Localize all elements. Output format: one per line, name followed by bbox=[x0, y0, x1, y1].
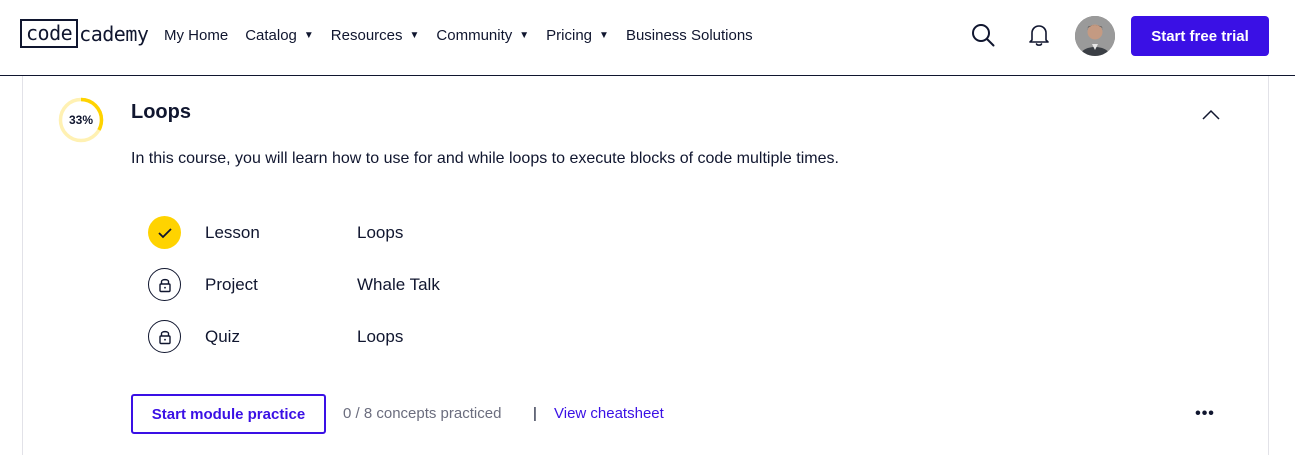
search-icon[interactable] bbox=[970, 22, 996, 48]
nav-community[interactable]: Community ▼ bbox=[436, 27, 529, 44]
caret-down-icon: ▼ bbox=[409, 29, 420, 41]
nav-label: Community bbox=[436, 26, 513, 44]
view-cheatsheet-link[interactable]: View cheatsheet bbox=[554, 405, 664, 422]
nav-label: Pricing bbox=[546, 26, 593, 44]
item-name: Whale Talk bbox=[357, 275, 440, 294]
nav-label: Catalog bbox=[245, 26, 297, 44]
nav-catalog[interactable]: Catalog ▼ bbox=[245, 27, 314, 44]
concepts-practiced-text: 0 / 8 concepts practiced bbox=[343, 405, 502, 422]
module-footer: Start module practice 0 / 8 concepts pra… bbox=[131, 394, 1231, 434]
module-title: Loops bbox=[131, 101, 191, 123]
item-type: Project bbox=[205, 275, 258, 294]
bell-icon[interactable] bbox=[1026, 22, 1052, 48]
list-item-quiz[interactable]: Quiz Loops bbox=[148, 319, 548, 353]
progress-ring: 33% bbox=[58, 97, 104, 143]
item-name: Loops bbox=[357, 327, 404, 346]
start-module-practice-button[interactable]: Start module practice bbox=[131, 394, 326, 434]
separator: | bbox=[533, 405, 537, 422]
progress-percent: 33% bbox=[68, 113, 94, 127]
logo-boxed-text: code bbox=[20, 19, 79, 48]
lock-icon bbox=[148, 268, 181, 301]
item-name: Loops bbox=[357, 223, 404, 242]
top-nav-bar: code cademy My Home Catalog ▼ Resources ▼ C… bbox=[0, 0, 1295, 76]
nav-business-solutions[interactable]: Business Solutions bbox=[626, 27, 753, 44]
list-item-project[interactable]: Project Whale Talk bbox=[148, 267, 548, 301]
nav-label: Resources bbox=[330, 26, 403, 44]
list-item-lesson[interactable]: Lesson Loops bbox=[148, 215, 548, 249]
chevron-up-icon[interactable] bbox=[1199, 104, 1223, 124]
main-nav: My Home Catalog ▼ Resources ▼ Community ▼ P… bbox=[164, 24, 770, 46]
checkmark-icon bbox=[148, 216, 181, 249]
nav-pricing[interactable]: Pricing ▼ bbox=[546, 27, 609, 44]
nav-label: My Home bbox=[164, 26, 229, 44]
module-card: 33% Loops In this course, you will learn… bbox=[22, 76, 1269, 455]
item-type: Quiz bbox=[205, 327, 240, 346]
more-options-icon[interactable]: ••• bbox=[1193, 404, 1217, 424]
lock-icon bbox=[148, 320, 181, 353]
module-description: In this course, you will learn how to us… bbox=[131, 150, 839, 167]
caret-down-icon: ▼ bbox=[599, 29, 609, 41]
nav-resources[interactable]: Resources ▼ bbox=[331, 27, 420, 44]
user-avatar[interactable] bbox=[1075, 16, 1115, 56]
start-free-trial-button[interactable]: Start free trial bbox=[1131, 16, 1269, 56]
codecademy-logo[interactable]: code cademy bbox=[20, 19, 149, 48]
nav-my-home[interactable]: My Home bbox=[164, 27, 228, 44]
nav-label: Business Solutions bbox=[625, 26, 753, 44]
logo-text: cademy bbox=[79, 21, 149, 46]
caret-down-icon: ▼ bbox=[303, 29, 314, 41]
item-type: Lesson bbox=[205, 223, 260, 242]
caret-down-icon: ▼ bbox=[519, 29, 530, 41]
